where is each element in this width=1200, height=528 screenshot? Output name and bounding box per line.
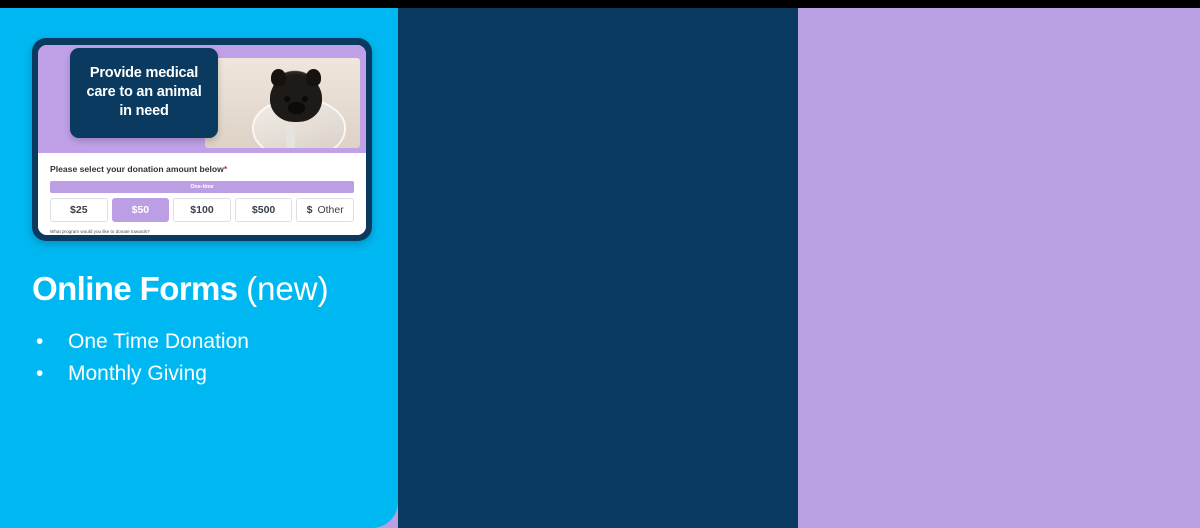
amount-option-other[interactable]: $ Other <box>296 198 354 222</box>
panel-classic-forms: Girls Run the World Annual Membership Me… <box>398 8 1166 528</box>
hero-callout-text: Provide medical care to an animal in nee… <box>70 48 218 138</box>
donation-amount-options: $25 $50 $100 $500 $ Other <box>50 198 354 222</box>
pug-eye-right <box>302 95 309 102</box>
amount-option-50[interactable]: $50 <box>111 198 170 222</box>
pug-eye-left <box>284 95 291 102</box>
slide-canvas: Provide medical care to an animal in nee… <box>0 0 1200 528</box>
program-question: What program would you like to donate to… <box>50 229 150 234</box>
bullet-list-online-forms: • One Time Donation • Monthly Giving <box>36 326 249 389</box>
pug-head-shape <box>270 69 323 123</box>
pug-ear-right <box>306 69 322 87</box>
frequency-toggle-one-time[interactable]: One-time <box>50 181 354 193</box>
list-item: • One Time Donation <box>36 326 249 358</box>
form-hero: Provide medical care to an animal in nee… <box>38 45 366 153</box>
pug-muzzle <box>287 102 306 114</box>
currency-symbol: $ <box>306 204 313 216</box>
donation-form-body: Please select your donation amount below… <box>38 153 366 235</box>
required-asterisk: * <box>223 164 228 174</box>
list-item: • Monthly Giving <box>36 358 249 390</box>
pug-photo <box>205 58 360 148</box>
title-light: (new) <box>246 270 329 307</box>
online-form-screen: Provide medical care to an animal in nee… <box>38 45 366 235</box>
online-form-preview-card: Provide medical care to an animal in nee… <box>32 38 372 241</box>
amount-option-100[interactable]: $100 <box>173 198 231 222</box>
pug-ear-left <box>271 69 287 87</box>
bullet-dot-icon: • <box>36 361 44 385</box>
other-label: Other <box>317 204 344 216</box>
donation-prompt-text: Please select your donation amount below <box>50 164 224 174</box>
column-title-online-forms: Online Forms (new) <box>32 270 329 308</box>
pug-bandage <box>285 124 295 148</box>
amount-option-25[interactable]: $25 <box>50 198 108 222</box>
donation-prompt: Please select your donation amount below… <box>50 164 354 174</box>
title-bold: Online Forms <box>32 270 238 307</box>
bullet-label: Monthly Giving <box>68 361 207 385</box>
bullet-label: One Time Donation <box>68 330 249 353</box>
panel-online-forms: Provide medical care to an animal in nee… <box>0 8 398 528</box>
bullet-dot-icon: • <box>36 330 44 353</box>
amount-option-500[interactable]: $500 <box>234 198 293 222</box>
panel-classic-forms-plus: Save a Life Supporting Paws & Claws $10,… <box>798 8 1200 528</box>
